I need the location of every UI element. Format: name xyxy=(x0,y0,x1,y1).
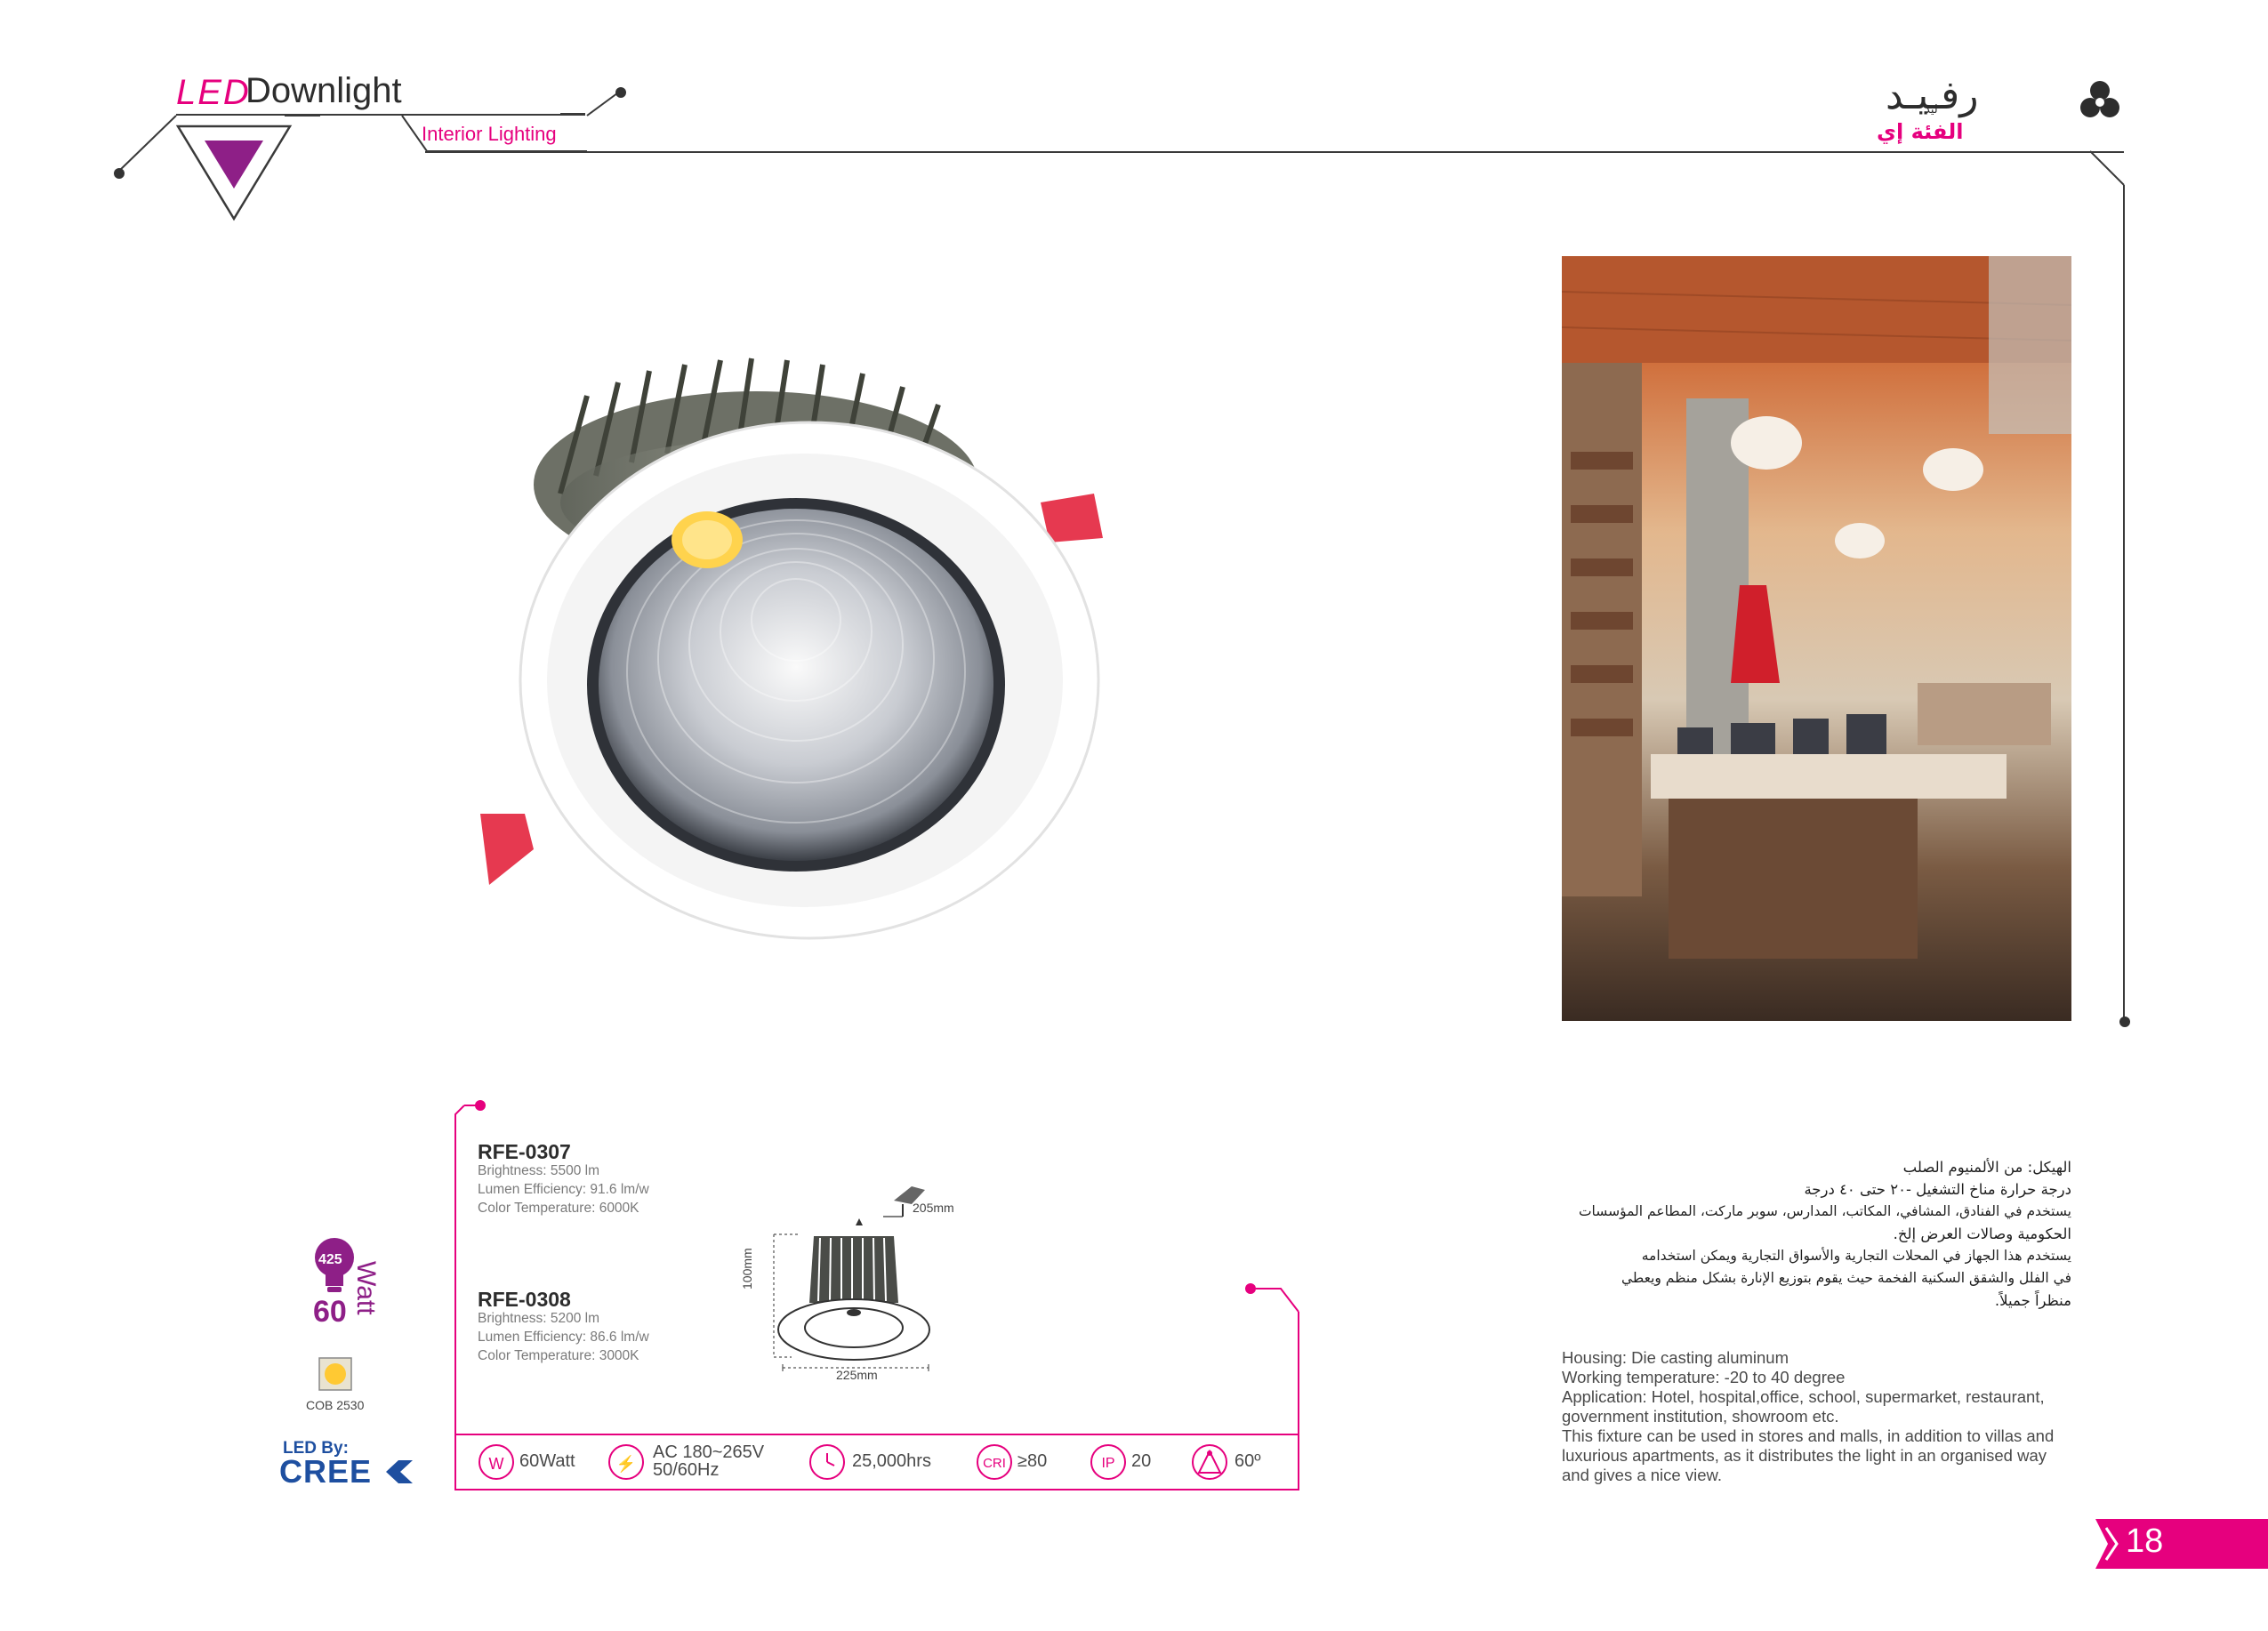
spec-panel-dot-right xyxy=(1245,1283,1256,1294)
arabic-line-5: يستخدم هذا الجهاز في المحلات التجارية وا… xyxy=(1641,1248,2071,1264)
dimension-diameter: 225mm xyxy=(836,1368,878,1382)
right-connector-dot xyxy=(2119,1016,2130,1027)
product-model-2: RFE-0308 xyxy=(478,1288,571,1311)
english-line-2: Working temperature: -20 to 40 degree xyxy=(1562,1368,1846,1386)
header-dot-right xyxy=(615,87,626,98)
ip-icon: IP xyxy=(1090,1444,1126,1480)
right-connector-lines xyxy=(2090,150,2125,1021)
arabic-line-2: درجة حرارة مناخ التشغيل -٢٠ حتى ٤٠ درجة xyxy=(1804,1181,2071,1198)
cree-logo: CREE xyxy=(279,1453,373,1490)
brand-logo: رفـيـد ليد الفئة إي xyxy=(1877,73,2126,153)
page-number: 18 xyxy=(2126,1523,2164,1560)
header-dot-left xyxy=(114,168,125,179)
page-number-tab xyxy=(2095,1519,2268,1569)
brand-tag: الفئة إي xyxy=(1877,119,1964,144)
spec-voltage: AC 180~265V xyxy=(653,1442,765,1462)
spec-panel-dot-top xyxy=(475,1100,486,1111)
arabic-line-4: الحكومية وصالات العرض إلخ. xyxy=(1893,1225,2071,1242)
watt-number: 60 xyxy=(313,1295,347,1329)
english-line-1: Housing: Die casting aluminum xyxy=(1562,1348,1789,1367)
product-1-brightness: Brightness: 5500 lm xyxy=(478,1163,599,1178)
brand-emblem-icon xyxy=(2080,81,2119,117)
dimension-cutout: 205mm xyxy=(913,1201,954,1215)
cob-chip-icon xyxy=(318,1357,352,1391)
spec-frequency: 50/60Hz xyxy=(653,1460,720,1480)
english-description: Housing: Die casting aluminum Working te… xyxy=(1562,1348,2078,1485)
product-2-brightness: Brightness: 5200 lm xyxy=(478,1311,599,1326)
english-line-6: luxurious apartments, as it distributes … xyxy=(1562,1446,2047,1465)
lifetime-clock-icon xyxy=(809,1444,845,1480)
cree-arrow-icon xyxy=(386,1460,413,1483)
store-interior-photo xyxy=(1562,256,2071,1021)
dimension-height: 100mm xyxy=(740,1248,754,1290)
spec-lifetime: 25,000hrs xyxy=(852,1451,931,1471)
voltage-icon: ⚡ xyxy=(608,1444,644,1480)
spec-power: 60Watt xyxy=(519,1451,575,1471)
beam-angle-icon xyxy=(1192,1444,1227,1480)
arabic-line-6: في الفلل والشقق السكنية الفخمة حيث يقوم … xyxy=(1621,1270,2071,1286)
lamp-lumen-value: 425 xyxy=(318,1252,342,1267)
spec-beam-angle: 60º xyxy=(1235,1451,1261,1471)
header-rule xyxy=(425,151,2124,153)
english-line-5: This fixture can be used in stores and m… xyxy=(1562,1426,2055,1445)
product-1-color-temp: Color Temperature: 6000K xyxy=(478,1201,639,1216)
watt-word: Watt xyxy=(351,1261,381,1315)
beam-icon xyxy=(1197,1449,1222,1474)
english-line-7: and gives a nice view. xyxy=(1562,1466,1722,1484)
cob-chip-label: COB 2530 xyxy=(306,1398,365,1412)
product-2-efficiency: Lumen Efficiency: 86.6 lm/w xyxy=(478,1330,649,1345)
arabic-line-1: الهيكل: من الألمنيوم الصلب xyxy=(1902,1159,2071,1176)
arabic-line-7: منظراً جميلاً. xyxy=(1994,1292,2071,1309)
spec-cri: ≥80 xyxy=(1017,1451,1048,1471)
arabic-line-3: يستخدم في الفنادق، المشافي، المكاتب، الم… xyxy=(1578,1203,2071,1219)
brand-tag-small: ليد xyxy=(1925,103,1938,116)
dimension-drawing xyxy=(773,1186,930,1371)
clock-icon xyxy=(826,1453,835,1466)
english-line-3: Application: Hotel, hospital,office, sch… xyxy=(1562,1387,2045,1406)
product-1-efficiency: Lumen Efficiency: 91.6 lm/w xyxy=(478,1182,649,1197)
page-subtitle: Interior Lighting xyxy=(422,123,557,145)
downlight-product-image xyxy=(480,358,1103,940)
store-interior-illustration xyxy=(1562,256,2071,959)
arabic-description: الهيكل: من الألمنيوم الصلب درجة حرارة من… xyxy=(1562,1156,2071,1312)
spec-ip: 20 xyxy=(1131,1451,1152,1471)
product-model-1: RFE-0307 xyxy=(478,1140,571,1163)
power-icon: W xyxy=(479,1444,514,1480)
header-led-label: LED xyxy=(176,73,251,112)
triangle-logo-icon xyxy=(175,125,293,221)
page-title: Downlight xyxy=(245,71,402,110)
product-2-color-temp: Color Temperature: 3000K xyxy=(478,1348,639,1363)
english-line-4: government institution, showroom etc. xyxy=(1562,1407,1839,1426)
cri-icon: CRI xyxy=(977,1444,1012,1480)
